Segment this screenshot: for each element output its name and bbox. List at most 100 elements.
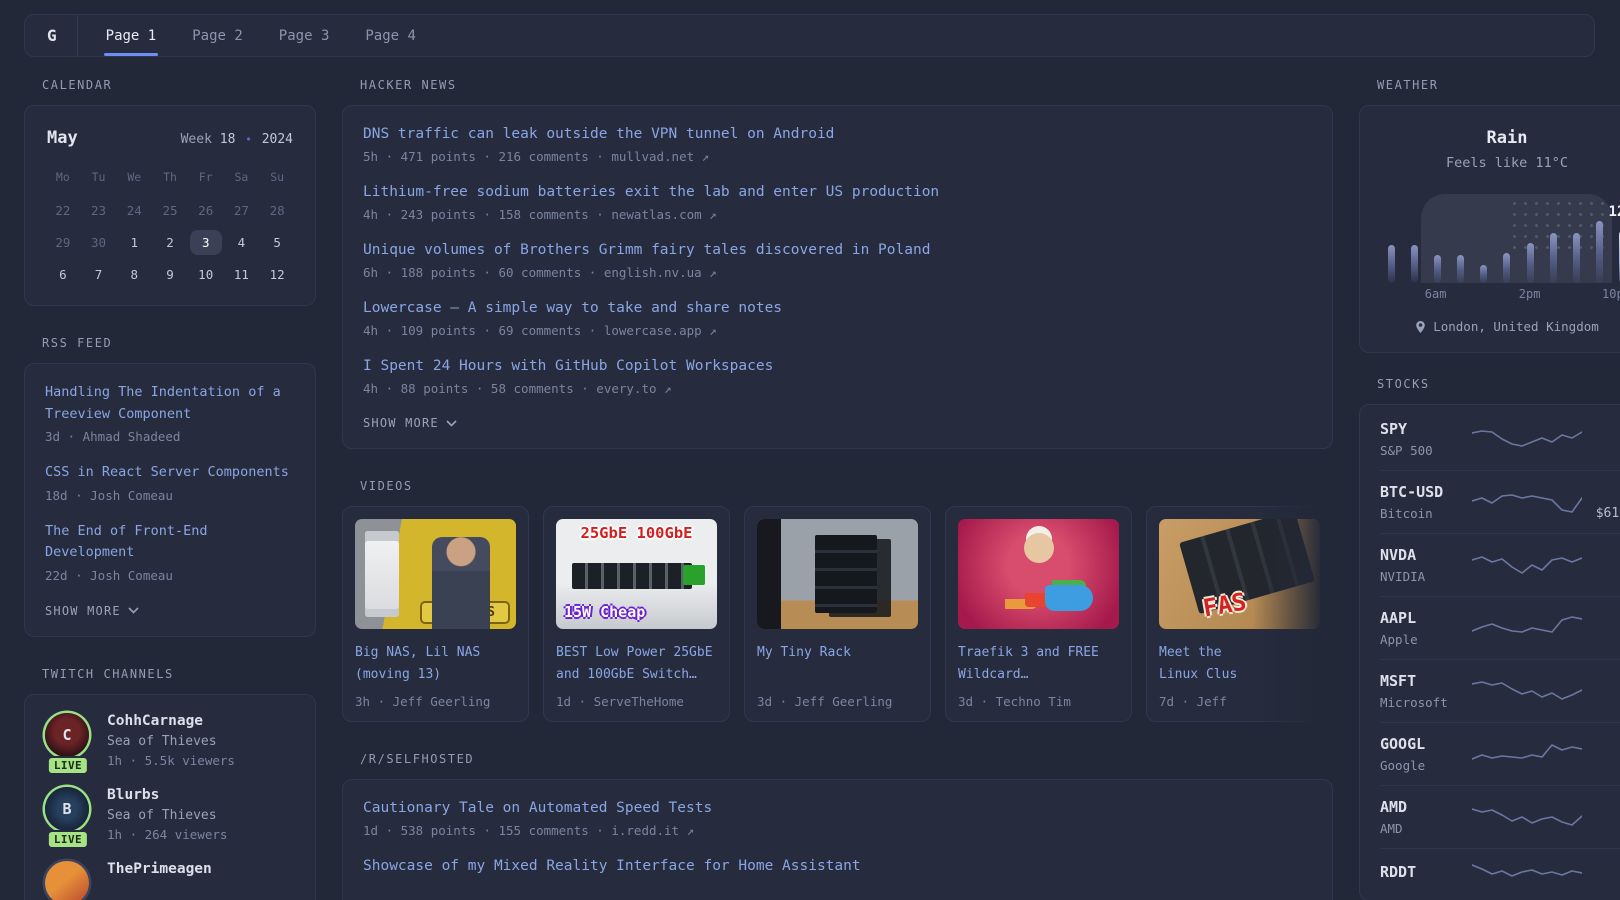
calendar-day: 24 xyxy=(118,198,150,223)
twitch-channel-row[interactable]: ThePrimeagen xyxy=(45,861,295,900)
twitch-widget: TWITCH CHANNELS C LIVE CohhCarnage xyxy=(24,667,316,900)
weather-widget-label: WEATHER xyxy=(1377,78,1620,92)
stock-symbol: RDDT xyxy=(1380,862,1472,882)
video-card[interactable]: My Tiny Rack 3d · Jeff Geerling xyxy=(744,506,931,722)
sparkline-chart xyxy=(1472,804,1582,830)
stock-price: $888.40 xyxy=(1582,568,1620,585)
video-thumbnail[interactable]: LIL NAS xyxy=(355,519,516,629)
sparkline-chart xyxy=(1472,615,1582,641)
stock-price: $61,725.48 xyxy=(1582,505,1620,522)
reddit-item-list: Cautionary Tale on Automated Speed Tests… xyxy=(363,798,1312,877)
stock-row[interactable]: MSFT Microsoft +2.16% $406.43 xyxy=(1380,659,1620,722)
stock-row[interactable]: GOOGL Google +0.10% $166.78 xyxy=(1380,722,1620,785)
sparkline-chart xyxy=(1472,678,1582,704)
page-tabs: Page 1 Page 2 Page 3 Page 4 xyxy=(106,15,416,56)
reddit-item-title[interactable]: Cautionary Tale on Automated Speed Tests xyxy=(363,798,1312,819)
rss-show-more-button[interactable]: SHOW MORE xyxy=(45,604,295,618)
twitch-channel-name[interactable]: ThePrimeagen xyxy=(107,861,212,877)
twitch-avatar-wrap: C LIVE xyxy=(45,713,91,768)
stock-sparkline xyxy=(1472,678,1582,704)
video-card[interactable]: Traefik 3 and FREE Wildcard… 3d · Techno… xyxy=(945,506,1132,722)
twitch-channel-row[interactable]: B LIVE Blurbs Sea of Thieves 1h · 264 vi… xyxy=(45,787,295,842)
thumbnail-text-primary: 25GbE 100GbE xyxy=(556,524,717,542)
stock-symbol: SPY xyxy=(1380,419,1472,439)
calendar-day: 29 xyxy=(47,230,79,255)
calendar-header: May Week 18 • 2024 xyxy=(45,124,295,148)
hackernews-item-title[interactable]: Lithium-free sodium batteries exit the l… xyxy=(363,182,1312,203)
stock-row[interactable]: NVDA NVIDIA +3.52% $888.40 xyxy=(1380,533,1620,596)
stock-row[interactable]: RDDT -1.65% xyxy=(1380,848,1620,897)
videos-widget-label: VIDEOS xyxy=(360,479,1333,493)
videos-widget: VIDEOS LIL NAS Big NAS, Lil NAS (moving … xyxy=(342,479,1333,722)
reddit-item-title[interactable]: Showcase of my Mixed Reality Interface f… xyxy=(363,856,1312,877)
calendar-weekday: Tu xyxy=(81,156,117,190)
sparkline-path xyxy=(1472,557,1582,573)
stock-values: +3.52% $888.40 xyxy=(1582,545,1620,585)
sparkline-chart xyxy=(1472,426,1582,452)
video-title[interactable]: My Tiny Rack xyxy=(757,642,918,685)
twitch-channel-name[interactable]: CohhCarnage xyxy=(107,713,235,729)
hackernews-item-title[interactable]: DNS traffic can leak outside the VPN tun… xyxy=(363,124,1312,145)
page-tab[interactable]: Page 3 xyxy=(279,15,330,56)
reddit-widget-label: /R/SELFHOSTED xyxy=(360,752,1333,766)
sparkline-chart xyxy=(1472,489,1582,515)
hackernews-item-meta: 4h · 88 points · 58 comments · every.to … xyxy=(363,381,1312,398)
stock-sparkline xyxy=(1472,489,1582,515)
sparkline-path xyxy=(1472,745,1582,759)
weather-location: London, United Kingdom xyxy=(1380,319,1620,334)
live-badge: LIVE xyxy=(47,830,89,849)
hackernews-item-meta: 6h · 188 points · 60 comments · english.… xyxy=(363,265,1312,282)
calendar-day: 23 xyxy=(83,198,115,223)
stock-row[interactable]: AAPL Apple +6.87% $184.91 xyxy=(1380,596,1620,659)
stock-sparkline xyxy=(1472,552,1582,578)
video-card[interactable]: LIL NAS Big NAS, Lil NAS (moving 13) 3h … xyxy=(342,506,529,722)
twitch-channel-row[interactable]: C LIVE CohhCarnage Sea of Thieves 1h · 5… xyxy=(45,713,295,768)
stock-price: $511.57 xyxy=(1582,442,1620,459)
reddit-widget: /R/SELFHOSTED Cautionary Tale on Automat… xyxy=(342,752,1333,900)
rss-item-list: Handling The Indentation of a Treeview C… xyxy=(45,382,295,585)
video-title[interactable]: Meet the Linux Clus xyxy=(1159,642,1320,685)
video-title[interactable]: Big NAS, Lil NAS (moving 13) xyxy=(355,642,516,685)
page-tab[interactable]: Page 4 xyxy=(365,15,416,56)
calendar-weekday: We xyxy=(116,156,152,190)
twitch-channel-name[interactable]: Blurbs xyxy=(107,787,227,803)
hackernews-item-title[interactable]: I Spent 24 Hours with GitHub Copilot Wor… xyxy=(363,356,1312,377)
sparkline-path xyxy=(1472,617,1582,632)
stock-name: AMD xyxy=(1380,820,1472,837)
video-thumbnail[interactable] xyxy=(757,519,918,629)
stocks-widget-label: STOCKS xyxy=(1377,377,1620,391)
rss-item-title[interactable]: The End of Front-End Development xyxy=(45,521,295,564)
middle-column: HACKER NEWS DNS traffic can leak outside… xyxy=(342,78,1333,900)
rss-item-title[interactable]: CSS in React Server Components xyxy=(45,462,295,484)
video-title[interactable]: Traefik 3 and FREE Wildcard… xyxy=(958,642,1119,685)
live-badge: LIVE xyxy=(47,756,89,775)
stock-row[interactable]: BTC-USD Bitcoin +4.40% $61,725.48 xyxy=(1380,470,1620,533)
stock-row[interactable]: SPY S&P 500 +1.29% $511.57 xyxy=(1380,408,1620,470)
video-meta: 3d · Jeff Geerling xyxy=(757,694,918,709)
stock-values: +4.40% $61,725.48 xyxy=(1582,482,1620,522)
video-card[interactable]: FAS Meet the Linux Clus 7d · Jeff xyxy=(1146,506,1333,722)
stock-symbol: AMD xyxy=(1380,797,1472,817)
calendar-day: 28 xyxy=(261,198,293,223)
hackernews-show-more-button[interactable]: SHOW MORE xyxy=(363,416,1312,430)
hackernews-item-title[interactable]: Lowercase – A simple way to take and sha… xyxy=(363,298,1312,319)
rss-item-title[interactable]: Handling The Indentation of a Treeview C… xyxy=(45,382,295,425)
stock-name: S&P 500 xyxy=(1380,442,1472,459)
page-tab[interactable]: Page 2 xyxy=(192,15,243,56)
video-thumbnail[interactable]: 25GbE 100GbE 15W Cheap xyxy=(556,519,717,629)
sparkline-path xyxy=(1472,809,1582,825)
video-thumbnail[interactable]: FAS xyxy=(1159,519,1320,629)
video-title[interactable]: BEST Low Power 25GbE and 100GbE Switch… xyxy=(556,642,717,685)
page-tab[interactable]: Page 1 xyxy=(106,15,157,56)
stock-identity: AAPL Apple xyxy=(1380,608,1472,648)
sparkline-path xyxy=(1472,865,1582,876)
top-navbar: G Page 1 Page 2 Page 3 Page 4 xyxy=(24,14,1595,57)
video-thumbnail[interactable] xyxy=(958,519,1119,629)
chevron-down-icon xyxy=(128,607,139,614)
hackernews-item: Unique volumes of Brothers Grimm fairy t… xyxy=(363,240,1312,282)
twitch-channel-meta: 1h · 264 viewers xyxy=(107,827,227,842)
video-card[interactable]: 25GbE 100GbE 15W Cheap BEST Low Power 25… xyxy=(543,506,730,722)
calendar-day: 7 xyxy=(83,262,115,287)
hackernews-item-title[interactable]: Unique volumes of Brothers Grimm fairy t… xyxy=(363,240,1312,261)
stock-row[interactable]: AMD AMD +2.94% $150.45 xyxy=(1380,785,1620,848)
